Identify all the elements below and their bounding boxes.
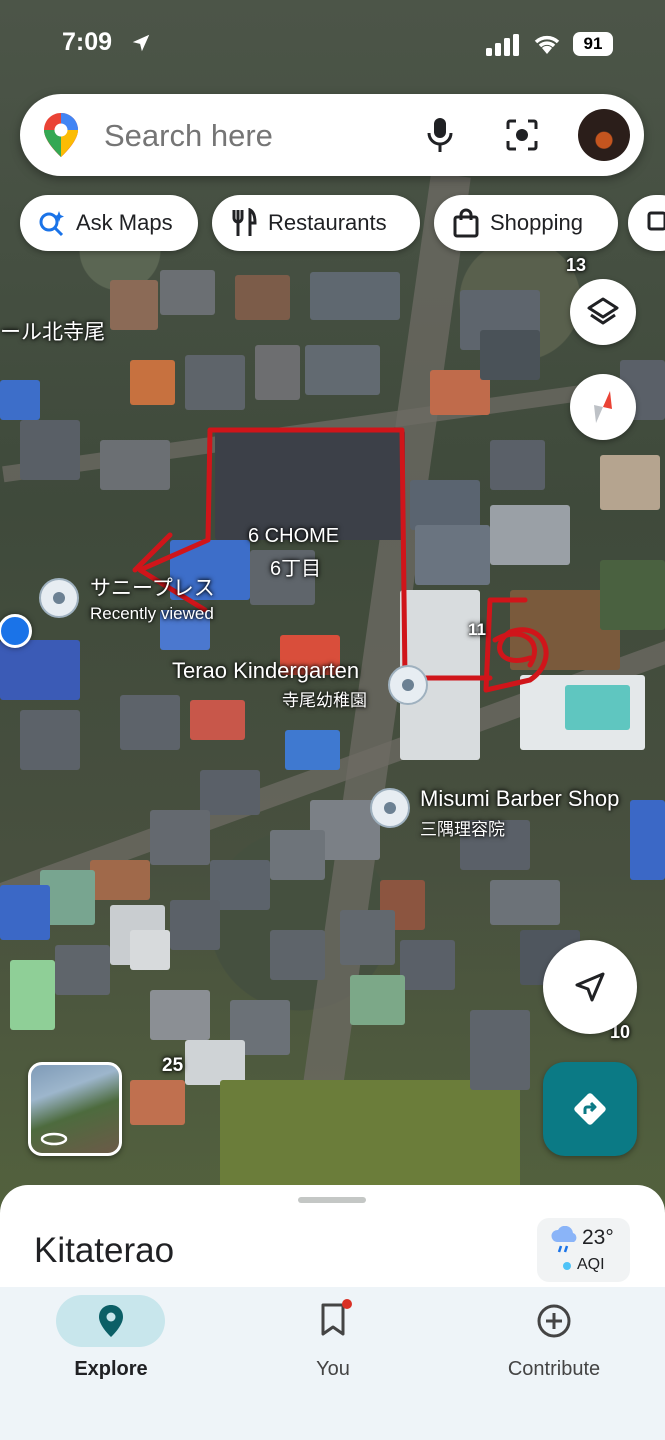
place-name[interactable]: サニープレス	[90, 572, 215, 602]
sparkle-search-icon	[39, 211, 64, 237]
sheet-title: Kitaterao	[34, 1231, 175, 1270]
sheet-drag-handle[interactable]	[298, 1197, 366, 1203]
battery-indicator: 91	[573, 32, 613, 56]
chip-restaurants[interactable]: Restaurants	[212, 195, 420, 251]
place-subtitle: Recently viewed	[90, 604, 214, 623]
nav-explore[interactable]: Explore	[0, 1287, 222, 1440]
bottom-navigation: Explore You Contribute	[0, 1287, 665, 1440]
street-number: 11	[468, 620, 486, 639]
street-number: 13	[566, 255, 587, 275]
area-label-ja: 6丁目	[270, 558, 322, 580]
more-category-icon	[647, 211, 665, 231]
weather-badge[interactable]: 23° AQI	[537, 1218, 630, 1282]
chip-shopping[interactable]: Shopping	[434, 195, 618, 251]
lens-camera-icon[interactable]	[505, 118, 539, 152]
rotate-360-icon	[40, 1132, 68, 1146]
layers-button[interactable]	[570, 279, 636, 345]
search-bar[interactable]	[20, 94, 644, 176]
add-circle-icon	[537, 1304, 571, 1338]
shopping-bag-icon	[453, 208, 479, 238]
utensils-icon	[232, 208, 257, 236]
compass-icon	[594, 391, 612, 423]
wifi-icon	[534, 35, 560, 54]
place-name[interactable]: Terao Kindergarten	[172, 658, 359, 684]
nav-contribute[interactable]: Contribute	[443, 1287, 665, 1440]
place-name[interactable]: Misumi Barber Shop	[420, 786, 619, 812]
place-pin[interactable]	[370, 788, 410, 828]
aqi-dot	[563, 1262, 571, 1270]
search-input[interactable]	[102, 112, 406, 160]
bookmark-icon	[321, 1303, 345, 1336]
nav-label: Contribute	[507, 1358, 601, 1380]
avatar[interactable]	[578, 109, 630, 161]
signal-icon	[486, 34, 519, 56]
nav-you[interactable]: You	[222, 1287, 444, 1440]
directions-button[interactable]	[543, 1062, 637, 1156]
chip-label: Shopping	[490, 210, 583, 235]
street-number: 25	[162, 1055, 184, 1076]
place-subtitle: 三隅理容院	[420, 820, 505, 839]
maps-logo-icon	[44, 113, 78, 157]
area-label-partial: ール北寺尾	[0, 321, 105, 344]
chip-label: Restaurants	[268, 210, 387, 235]
nav-label: Explore	[74, 1358, 148, 1380]
place-pin[interactable]	[39, 578, 79, 618]
place-pin[interactable]	[388, 665, 428, 705]
chip-ask-maps[interactable]: Ask Maps	[20, 195, 198, 251]
status-time: 7:09	[62, 28, 113, 56]
explore-pin-icon	[99, 1305, 123, 1337]
area-label-en: 6 CHOME	[248, 525, 340, 547]
place-subtitle: 寺尾幼稚園	[282, 691, 367, 710]
my-location-button[interactable]	[543, 940, 637, 1034]
battery-level: 91	[583, 34, 603, 53]
directions-icon	[574, 1093, 606, 1125]
location-arrow-icon	[132, 34, 150, 52]
navigation-arrow-icon	[575, 972, 605, 1002]
aqi-label: AQI	[577, 1256, 605, 1273]
chip-label: Ask Maps	[76, 210, 173, 235]
microphone-icon[interactable]	[425, 116, 455, 154]
status-bar: 7:09 91	[0, 26, 665, 62]
street-view-thumbnail[interactable]	[28, 1062, 122, 1156]
weather-temperature: 23°	[582, 1226, 614, 1249]
nav-label: You	[316, 1358, 350, 1380]
notification-dot	[342, 1299, 352, 1309]
rain-cloud-icon	[551, 1226, 577, 1253]
compass-button[interactable]	[570, 374, 636, 440]
layers-icon	[587, 297, 619, 325]
